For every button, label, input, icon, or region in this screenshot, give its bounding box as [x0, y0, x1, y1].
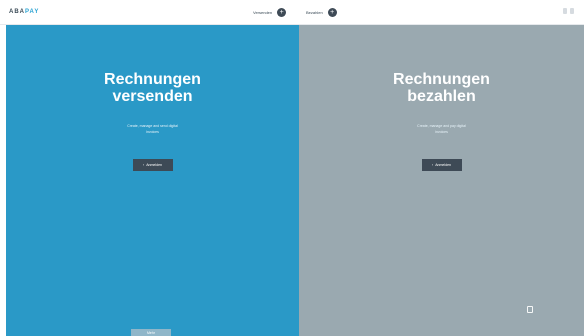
menu-icon-bar [570, 8, 574, 14]
pay-headline-line1: Rechnungen [393, 71, 490, 88]
pay-invoices-panel: Rechnungen bezahlen Create, manage and p… [299, 25, 584, 336]
top-bar: ABAPAY Versenden + Bezahlen + [0, 0, 584, 25]
send-login-label: Anmelden [146, 163, 162, 167]
pay-login-button[interactable]: › Anmelden [421, 159, 462, 171]
nav-versenden-label: Versenden [253, 9, 273, 15]
send-headline-line2: versenden [112, 88, 193, 105]
nav-versenden[interactable]: Versenden + [253, 7, 287, 17]
brand-name-part2: PAY [25, 9, 40, 15]
arrow-icon: › [143, 163, 145, 167]
pay-description: Create, manage and pay digital invoices [299, 123, 584, 135]
more-button[interactable]: Mehr [131, 329, 171, 336]
pay-description-line2: invoices [435, 130, 448, 134]
send-login-button[interactable]: › Anmelden [132, 159, 173, 171]
send-description-line2: invoices [146, 130, 159, 134]
arrow-icon: › [432, 163, 434, 167]
plus-icon[interactable]: + [327, 7, 337, 17]
send-headline-line1: Rechnungen [104, 71, 201, 88]
send-description: Create, manage and send digital invoices [6, 123, 299, 135]
pay-headline: Rechnungen bezahlen [299, 71, 584, 105]
more-button-label: Mehr [147, 330, 155, 335]
menu-icon[interactable] [563, 8, 574, 14]
send-headline: Rechnungen versenden [6, 71, 299, 105]
brand-logo[interactable]: ABAPAY [9, 9, 39, 15]
send-invoices-panel: Rechnungen versenden Create, manage and … [6, 25, 299, 336]
brand-name-part1: ABA [9, 9, 25, 15]
mouse-cursor-icon [527, 306, 533, 313]
nav-bezahlen[interactable]: Bezahlen + [306, 7, 337, 17]
nav-bezahlen-label: Bezahlen [306, 9, 323, 15]
menu-icon-bar [563, 8, 567, 14]
pay-login-label: Anmelden [435, 163, 451, 167]
pay-headline-line2: bezahlen [407, 88, 476, 105]
plus-icon[interactable]: + [277, 7, 287, 17]
